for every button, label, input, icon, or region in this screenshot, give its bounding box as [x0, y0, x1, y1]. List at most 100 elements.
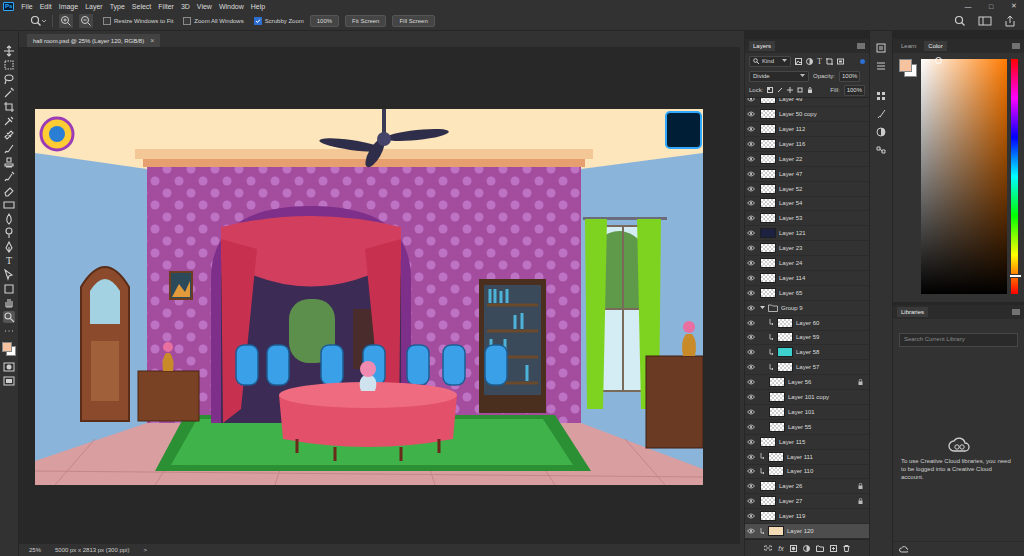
- layer-row[interactable]: Layer 53: [745, 211, 869, 226]
- layer-row[interactable]: Layer 50 copy: [745, 107, 869, 122]
- lock-position-icon[interactable]: [787, 87, 793, 93]
- option-button[interactable]: 100%: [310, 15, 339, 27]
- zoom-tool-icon[interactable]: [30, 15, 46, 27]
- layer-row[interactable]: Layer 60: [745, 316, 869, 331]
- visibility-toggle[interactable]: [745, 528, 757, 534]
- layer-row[interactable]: Layer 101: [745, 405, 869, 420]
- gradient-tool-icon[interactable]: [3, 199, 15, 211]
- layer-row[interactable]: Layer 58: [745, 345, 869, 360]
- channels-panel-icon[interactable]: [876, 145, 886, 155]
- layer-row[interactable]: Layer 22: [745, 152, 869, 167]
- visibility-toggle[interactable]: [745, 186, 757, 192]
- layer-row[interactable]: Layer 47: [745, 167, 869, 182]
- layer-row[interactable]: Layer 55: [745, 420, 869, 435]
- hand-tool-icon[interactable]: [3, 297, 15, 309]
- visibility-toggle[interactable]: [745, 290, 757, 296]
- smart-object-filter-icon[interactable]: [837, 58, 844, 65]
- visibility-toggle[interactable]: [745, 275, 757, 281]
- type-tool-icon[interactable]: T: [3, 255, 15, 267]
- share-icon[interactable]: [1004, 15, 1016, 27]
- pixel-filter-icon[interactable]: [795, 58, 802, 65]
- menu-item[interactable]: Select: [132, 3, 151, 10]
- panel-tab[interactable]: Learn: [897, 41, 920, 51]
- artwork[interactable]: [35, 109, 703, 485]
- document-tab[interactable]: hall room.psd @ 25% (Layer 120, RGB/8)×: [27, 34, 160, 47]
- type-filter-icon[interactable]: T: [817, 58, 822, 65]
- color-panel-swatches[interactable]: [899, 59, 917, 77]
- window-control[interactable]: ✕: [1008, 2, 1020, 10]
- cloud-sync-icon[interactable]: [899, 545, 908, 553]
- visibility-toggle[interactable]: [745, 126, 757, 132]
- wand-tool-icon[interactable]: [3, 87, 15, 99]
- pen-tool-icon[interactable]: [3, 241, 15, 253]
- layer-row[interactable]: Layer 115: [745, 435, 869, 450]
- layer-row[interactable]: Layer 112: [745, 122, 869, 137]
- color-field[interactable]: [921, 59, 1007, 294]
- visibility-toggle[interactable]: [745, 156, 757, 162]
- quick-mask-icon[interactable]: [3, 361, 15, 373]
- layer-row[interactable]: Layer 26: [745, 479, 869, 494]
- panel-menu-icon[interactable]: [857, 43, 865, 49]
- visibility-toggle[interactable]: [745, 111, 757, 117]
- visibility-toggle[interactable]: [745, 171, 757, 177]
- visibility-toggle[interactable]: [745, 468, 757, 474]
- visibility-toggle[interactable]: [745, 513, 757, 519]
- app-logo[interactable]: Ps: [3, 2, 14, 11]
- color-swatches[interactable]: [2, 342, 16, 356]
- trash-icon[interactable]: [843, 545, 850, 552]
- workspace-icon[interactable]: [978, 15, 992, 27]
- menu-item[interactable]: Filter: [158, 3, 174, 10]
- visibility-toggle[interactable]: [745, 379, 757, 385]
- lock-paint-icon[interactable]: [777, 87, 783, 93]
- window-control[interactable]: □: [985, 3, 997, 10]
- visibility-toggle[interactable]: [745, 394, 757, 400]
- checkbox-box[interactable]: [254, 17, 262, 25]
- layer-row[interactable]: Layer 23: [745, 241, 869, 256]
- layer-row[interactable]: Layer 119: [745, 509, 869, 524]
- adjustment-filter-icon[interactable]: [806, 58, 813, 65]
- zoom-level[interactable]: 25%: [29, 547, 41, 553]
- visibility-toggle[interactable]: [745, 498, 757, 504]
- visibility-toggle[interactable]: [745, 454, 757, 460]
- library-search-field[interactable]: Search Current Library: [899, 333, 1018, 347]
- option-button[interactable]: Fill Screen: [392, 15, 434, 27]
- filter-kind-dropdown[interactable]: Kind: [749, 56, 791, 67]
- lock-all-icon[interactable]: [807, 87, 813, 93]
- status-menu-button[interactable]: >: [143, 547, 147, 553]
- layer-row[interactable]: Layer 57: [745, 360, 869, 375]
- menu-item[interactable]: 3D: [181, 3, 190, 10]
- shape-tool-icon[interactable]: [3, 283, 15, 295]
- crop-tool-icon[interactable]: [3, 101, 15, 113]
- path-tool-icon[interactable]: [3, 269, 15, 281]
- layer-row[interactable]: Layer 110: [745, 465, 869, 480]
- visibility-toggle[interactable]: [745, 334, 757, 340]
- visibility-toggle[interactable]: [745, 320, 757, 326]
- new-group-icon[interactable]: [816, 545, 824, 552]
- blend-mode-dropdown[interactable]: Divide: [749, 71, 809, 82]
- brushes-panel-icon[interactable]: [876, 109, 886, 119]
- zoom-tool-icon[interactable]: [3, 311, 15, 323]
- layer-mask-icon[interactable]: [790, 545, 797, 552]
- checkbox-box[interactable]: [103, 17, 111, 25]
- adjustment-layer-icon[interactable]: [803, 545, 810, 552]
- visibility-toggle[interactable]: [745, 349, 757, 355]
- hue-slider[interactable]: [1011, 59, 1018, 294]
- visibility-toggle[interactable]: [745, 305, 757, 311]
- visibility-toggle[interactable]: [745, 215, 757, 221]
- visibility-toggle[interactable]: [745, 364, 757, 370]
- visibility-toggle[interactable]: [745, 483, 757, 489]
- checkbox-box[interactable]: [183, 17, 191, 25]
- layer-row[interactable]: Layer 65: [745, 286, 869, 301]
- layer-row[interactable]: Layer 52: [745, 182, 869, 197]
- menu-item[interactable]: Type: [110, 3, 125, 10]
- visibility-toggle[interactable]: [745, 245, 757, 251]
- menu-item[interactable]: Edit: [40, 3, 52, 10]
- dodge-tool-icon[interactable]: [3, 227, 15, 239]
- color-picker-marker[interactable]: [935, 57, 942, 64]
- hue-slider-thumb[interactable]: [1009, 274, 1022, 278]
- panel-menu-icon[interactable]: [1012, 309, 1020, 315]
- foreground-color[interactable]: [899, 59, 912, 72]
- panel-tab[interactable]: Color: [924, 41, 946, 51]
- blur-tool-icon[interactable]: [3, 213, 15, 225]
- close-tab-button[interactable]: ×: [150, 37, 154, 44]
